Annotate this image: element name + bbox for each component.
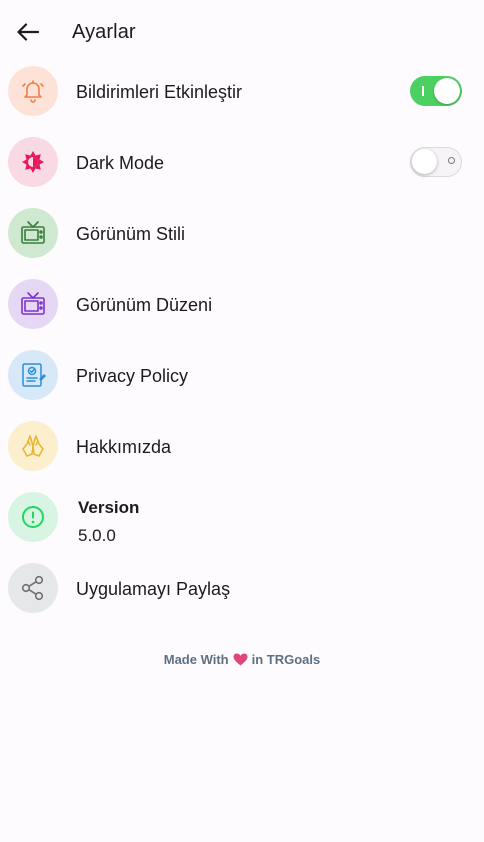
handshake-icon (22, 435, 44, 457)
footer-prefix: Made With (163, 652, 229, 667)
settings-item-label: Privacy Policy (76, 366, 189, 386)
settings-item-dark-mode[interactable]: Dark Mode (0, 127, 484, 198)
toggle-knob (434, 78, 460, 104)
dark-mode-toggle[interactable] (410, 147, 462, 177)
notifications-icon-badge (8, 66, 58, 116)
settings-item-label: Uygulamayı Paylaş (76, 579, 231, 599)
settings-item-label: Bildirimleri Etkinleştir (76, 82, 243, 102)
bell-icon (22, 80, 44, 103)
settings-item-notifications[interactable]: Bildirimleri Etkinleştir (0, 56, 484, 127)
share-icon-badge (8, 563, 58, 613)
notifications-toggle[interactable] (410, 76, 462, 106)
footer-suffix: in TRGoals (251, 652, 321, 667)
settings-item-view-layout[interactable]: Görünüm Düzeni (0, 269, 484, 340)
settings-list: Bildirimleri Etkinleştir Dark Mode Görün… (0, 56, 484, 624)
back-button[interactable] (10, 14, 46, 50)
about-icon-badge (8, 421, 58, 471)
settings-item-share[interactable]: Uygulamayı Paylaş (0, 553, 484, 624)
tv-icon (21, 221, 45, 244)
settings-item-about[interactable]: Hakkımızda (0, 411, 484, 482)
arrow-left-icon (17, 23, 39, 41)
settings-item-label: Görünüm Düzeni (76, 295, 213, 315)
heart-icon (233, 653, 248, 666)
settings-item-label: Görünüm Stili (76, 224, 186, 244)
alert-circle-icon (22, 506, 44, 528)
settings-item-label: Hakkımızda (76, 437, 172, 457)
tv-icon (21, 292, 45, 315)
settings-item-privacy-policy[interactable]: Privacy Policy (0, 340, 484, 411)
version-title: Version (78, 498, 140, 517)
document-icon (22, 363, 46, 387)
settings-item-label: Dark Mode (76, 153, 165, 173)
dark-mode-icon-badge (8, 137, 58, 187)
version-icon-badge (8, 492, 58, 542)
toggle-on-mark (422, 86, 424, 96)
share-icon (21, 575, 44, 601)
privacy-icon-badge (8, 350, 58, 400)
toggle-off-mark (448, 157, 455, 164)
view-style-icon-badge (8, 208, 58, 258)
toggle-knob (412, 149, 437, 174)
sun-icon (22, 151, 44, 173)
page-title: Ayarlar (72, 21, 136, 43)
footer-credit: Made With in TRGoals (0, 652, 484, 667)
version-value: 5.0.0 (78, 526, 116, 545)
view-layout-icon-badge (8, 279, 58, 329)
settings-item-view-style[interactable]: Görünüm Stili (0, 198, 484, 269)
settings-item-version: Version 5.0.0 (0, 482, 484, 553)
